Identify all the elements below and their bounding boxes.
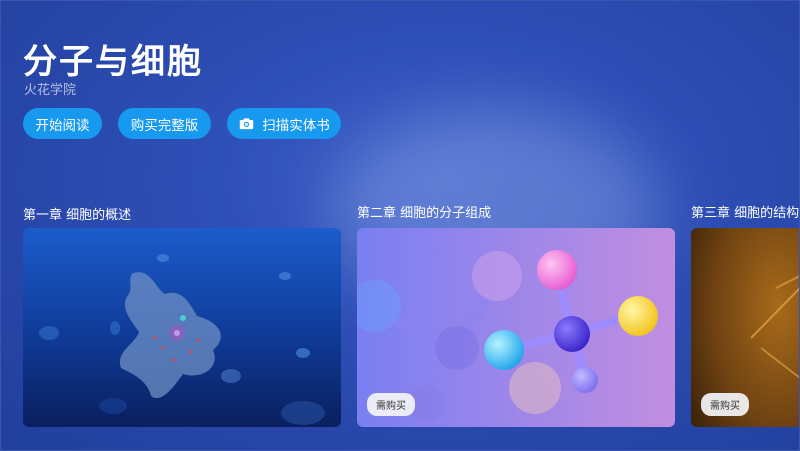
camera-icon [240,118,254,130]
purchase-required-badge: 需购买 [367,393,415,416]
purchase-required-badge: 需购买 [701,393,749,416]
cell-illustration [23,228,341,427]
chapter-2-card[interactable]: 需购买 [357,228,675,427]
buy-full-version-label: 购买完整版 [130,117,199,134]
start-reading-label: 开始阅读 [35,117,90,134]
chapter-3-card[interactable]: 需购买 [691,228,800,427]
start-reading-button[interactable]: 开始阅读 [23,108,102,139]
publisher-label: 火花学院 [24,83,77,98]
scan-book-button[interactable]: 扫描实体书 [227,108,341,139]
scan-book-label: 扫描实体书 [262,117,330,134]
chapter-3-title: 第三章 细胞的结构 [691,206,800,221]
chapter-1-title: 第一章 细胞的概述 [23,208,132,223]
buy-full-version-button[interactable]: 购买完整版 [118,108,211,139]
chapter-2-title: 第二章 细胞的分子组成 [357,206,492,221]
book-title: 分子与细胞 [23,42,203,82]
chapter-1-card[interactable] [23,228,341,427]
